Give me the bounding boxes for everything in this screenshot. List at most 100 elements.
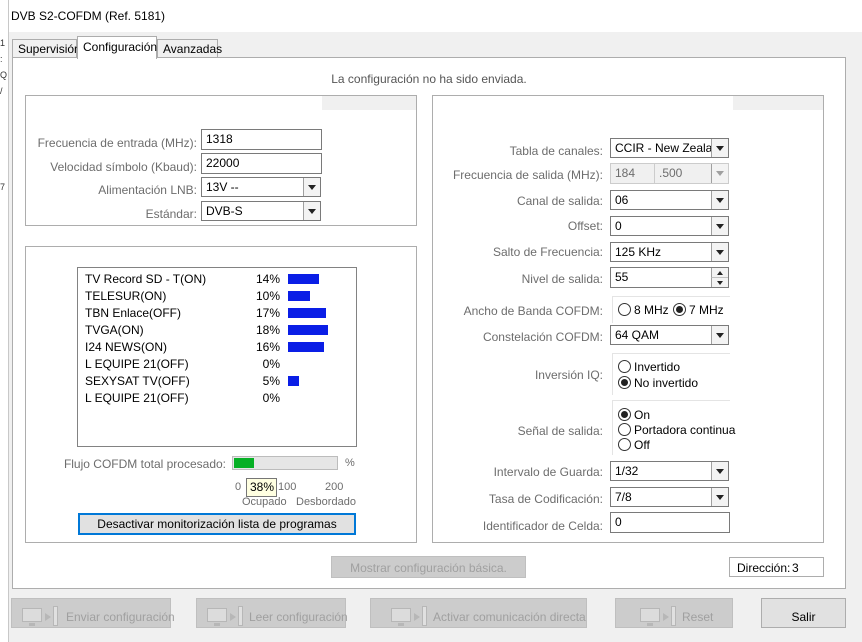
program-usage-bar — [288, 342, 324, 352]
ancho-banda-8mhz-radio[interactable] — [618, 303, 631, 316]
identificador-celda-input[interactable]: 0 — [610, 512, 730, 533]
senal-portadora-label[interactable]: Portadora continua — [634, 423, 735, 437]
program-row: I24 NEWS(ON) 16% — [85, 339, 355, 356]
alimentacion-lnb-select[interactable]: 13V -- — [201, 177, 321, 197]
enviar-configuracion-button[interactable]: Enviar configuración — [11, 598, 175, 628]
ancho-banda-label: Ancho de Banda COFDM: — [463, 304, 603, 318]
chevron-down-icon[interactable] — [711, 217, 728, 235]
velocidad-simbolo-input[interactable]: 22000 — [201, 153, 322, 174]
constelacion-label: Constelación COFDM: — [482, 330, 603, 344]
activar-comunicacion-button[interactable]: Activar comunicación directa — [370, 598, 587, 628]
program-name: TVGA(ON) — [85, 323, 144, 337]
chevron-down-icon[interactable] — [303, 202, 320, 220]
window-title: DVB S2-COFDM (Ref. 5181) — [11, 9, 166, 23]
program-usage-bar — [288, 308, 326, 318]
tabla-canales-label: Tabla de canales: — [509, 144, 603, 158]
program-name: L EQUIPE 21(OFF) — [85, 357, 189, 371]
tasa-codificacion-select[interactable]: 7/8 — [610, 487, 729, 507]
senal-portadora-radio[interactable] — [618, 423, 631, 436]
chevron-down-icon[interactable] — [711, 139, 728, 157]
scale-ocupado: Ocupado — [242, 496, 287, 508]
senal-on-label[interactable]: On — [634, 408, 650, 422]
constelacion-select[interactable]: 64 QAM — [610, 325, 729, 345]
background-window-strip: 1 : Q / 7 — [0, 0, 9, 642]
intervalo-guarda-select[interactable]: 1/32 — [610, 461, 729, 481]
scale-100: 100 — [278, 481, 297, 493]
senal-off-label[interactable]: Off — [634, 438, 650, 452]
tab-configuracion[interactable]: Configuración — [77, 36, 157, 59]
program-row: L EQUIPE 21(OFF) 0% — [85, 356, 355, 373]
program-percent: 0% — [262, 391, 280, 405]
intervalo-guarda-label: Intervalo de Guarda: — [493, 465, 603, 479]
chevron-down-icon[interactable] — [711, 243, 728, 261]
program-percent: 14% — [255, 272, 280, 286]
program-row: SEXYSAT TV(OFF) 5% — [85, 373, 355, 390]
inversion-invertido-radio[interactable] — [618, 360, 631, 373]
frecuencia-salida-dec: .500 — [654, 163, 729, 184]
reset-button[interactable]: Reset — [615, 598, 733, 628]
monitor-toggle-button[interactable]: Desactivar monitorización lista de progr… — [78, 513, 356, 535]
send-to-device-icon — [22, 606, 58, 626]
program-name: TELESUR(ON) — [85, 289, 167, 303]
program-name: TBN Enlace(OFF) — [85, 306, 182, 320]
program-percent: 0% — [262, 357, 280, 371]
chevron-down-icon[interactable] — [711, 191, 728, 209]
nivel-salida-stepper[interactable]: 55 — [610, 267, 729, 288]
read-from-device-icon — [207, 606, 243, 626]
program-row: L EQUIPE 21(OFF) 0% — [85, 390, 355, 407]
frecuencia-salida-label: Frecuencia de salida (MHz): — [452, 168, 603, 182]
frecuencia-entrada-label: Frecuencia de entrada (MHz): — [37, 136, 197, 150]
flujo-label: Flujo COFDM total procesado: — [63, 457, 226, 471]
estandar-label: Estándar: — [145, 207, 197, 221]
scale-200: 200 — [325, 481, 344, 493]
chevron-down-icon[interactable] — [303, 178, 320, 196]
ancho-banda-8mhz-label[interactable]: 8 MHz — [634, 303, 669, 317]
canal-salida-select[interactable]: 06 — [610, 190, 729, 210]
mostrar-basica-button[interactable]: Mostrar configuración básica. — [331, 556, 526, 578]
program-percent: 16% — [255, 340, 280, 354]
spin-up-icon[interactable] — [711, 268, 728, 278]
ancho-banda-7mhz-label[interactable]: 7 MHz — [689, 303, 724, 317]
salto-frecuencia-select[interactable]: 125 KHz — [610, 242, 729, 262]
salir-button[interactable]: Salir — [761, 598, 846, 628]
flujo-unit: % — [345, 457, 355, 469]
program-name: TV Record SD - T(ON) — [85, 272, 207, 286]
tasa-codificacion-label: Tasa de Codificación: — [488, 492, 603, 506]
direccion-label: Dirección: — [737, 561, 791, 575]
alimentacion-lnb-label: Alimentación LNB: — [98, 183, 197, 197]
leer-configuracion-button[interactable]: Leer configuración — [196, 598, 348, 628]
program-usage-bar — [288, 274, 319, 284]
program-percent: 17% — [255, 306, 280, 320]
direct-connection-icon — [391, 606, 427, 626]
frecuencia-salida-int: 184 — [610, 163, 655, 184]
chevron-down-icon[interactable] — [711, 488, 728, 506]
program-percent: 5% — [262, 374, 280, 388]
spin-down-icon[interactable] — [711, 277, 728, 287]
senal-on-radio[interactable] — [618, 408, 631, 421]
inversion-invertido-label[interactable]: Invertido — [634, 360, 680, 374]
program-percent: 18% — [255, 323, 280, 337]
estandar-select[interactable]: DVB-S — [201, 201, 321, 221]
program-name: L EQUIPE 21(OFF) — [85, 391, 189, 405]
chevron-down-icon[interactable] — [711, 462, 728, 480]
program-row: TV Record SD - T(ON) 14% — [85, 271, 355, 288]
program-usage-bar — [288, 325, 328, 335]
chevron-down-icon[interactable] — [711, 326, 728, 344]
senal-off-radio[interactable] — [618, 438, 631, 451]
tab-supervision[interactable]: Supervisión — [12, 39, 81, 58]
program-row: TELESUR(ON) 10% — [85, 288, 355, 305]
program-list[interactable]: TV Record SD - T(ON) 14% TELESUR(ON) 10% TBN… — [77, 267, 357, 447]
nivel-salida-label: Nivel de salida: — [521, 272, 603, 286]
tabla-canales-select[interactable]: CCIR - New Zealand — [610, 138, 729, 158]
title-bar: DVB S2-COFDM (Ref. 5181) — [9, 0, 862, 32]
offset-select[interactable]: 0 — [610, 216, 729, 236]
program-row: TBN Enlace(OFF) 17% — [85, 305, 355, 322]
program-usage-bar — [288, 291, 310, 301]
program-percent: 10% — [255, 289, 280, 303]
frecuencia-entrada-input[interactable]: 1318 — [201, 129, 322, 150]
inversion-no-invertido-label[interactable]: No invertido — [634, 376, 698, 390]
inversion-no-invertido-radio[interactable] — [618, 376, 631, 389]
senal-salida-label: Señal de salida: — [517, 424, 603, 438]
ancho-banda-7mhz-radio[interactable] — [673, 303, 686, 316]
tab-avanzadas[interactable]: Avanzadas — [157, 39, 222, 58]
